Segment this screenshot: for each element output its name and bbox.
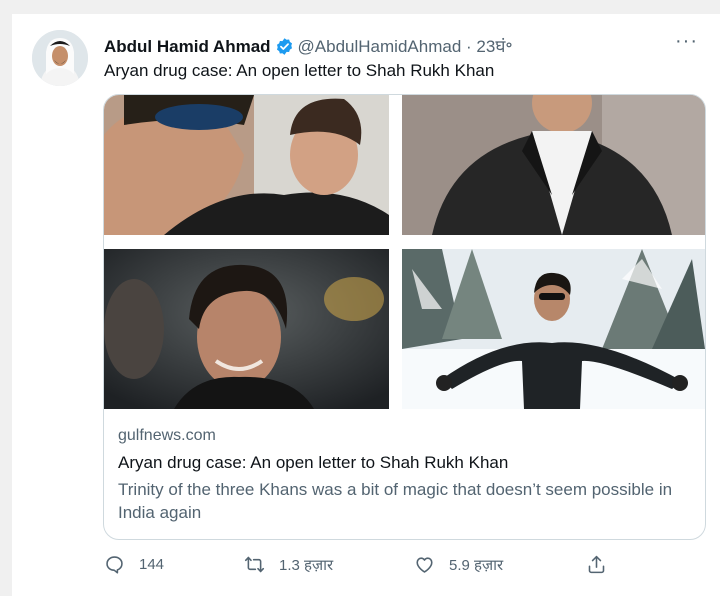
- card-image-selfie[interactable]: [104, 95, 389, 235]
- card-meta: gulfnews.com Aryan drug case: An open le…: [118, 427, 691, 524]
- retweet-icon: [244, 556, 265, 573]
- card-description: Trinity of the three Khans was a bit of …: [118, 480, 673, 522]
- like-button[interactable]: 5.9 हज़ार: [414, 554, 503, 575]
- card-title[interactable]: Aryan drug case: An open letter to Shah …: [118, 453, 691, 473]
- tweet-actions: 144 1.3 हज़ार 5.9 हज़ार: [104, 554, 664, 584]
- like-count: 5.9 हज़ार: [449, 556, 504, 574]
- share-icon: [588, 555, 605, 574]
- reply-icon: [106, 556, 123, 574]
- card-image-snow[interactable]: [402, 249, 705, 409]
- retweet-button[interactable]: 1.3 हज़ार: [244, 554, 333, 575]
- verified-badge-icon: [275, 37, 294, 56]
- heart-icon: [416, 557, 433, 573]
- more-options-icon[interactable]: ···: [675, 30, 698, 53]
- author-handle[interactable]: @AbdulHamidAhmad: [298, 37, 462, 56]
- card-image-suit[interactable]: [402, 95, 705, 235]
- reply-count: 144: [139, 556, 165, 573]
- author-name[interactable]: Abdul Hamid Ahmad: [104, 37, 271, 56]
- card-image-portrait[interactable]: [104, 249, 389, 409]
- separator-dot: ·: [466, 37, 472, 56]
- avatar[interactable]: [32, 30, 88, 86]
- link-preview-card[interactable]: gulfnews.com Aryan drug case: An open le…: [103, 94, 706, 540]
- share-button[interactable]: [586, 554, 621, 575]
- tweet-header: Abdul Hamid Ahmad @AbdulHamidAhmad · 23घं…: [104, 30, 708, 58]
- retweet-count: 1.3 हज़ार: [279, 556, 334, 574]
- card-domain: gulfnews.com: [118, 427, 216, 444]
- reply-button[interactable]: 144: [104, 554, 164, 575]
- image-grid[interactable]: [104, 95, 705, 409]
- tweet-timestamp[interactable]: 23घं॰: [476, 37, 512, 56]
- tweet[interactable]: Abdul Hamid Ahmad @AbdulHamidAhmad · 23घं…: [12, 14, 720, 596]
- tweet-text: Aryan drug case: An open letter to Shah …: [104, 61, 495, 80]
